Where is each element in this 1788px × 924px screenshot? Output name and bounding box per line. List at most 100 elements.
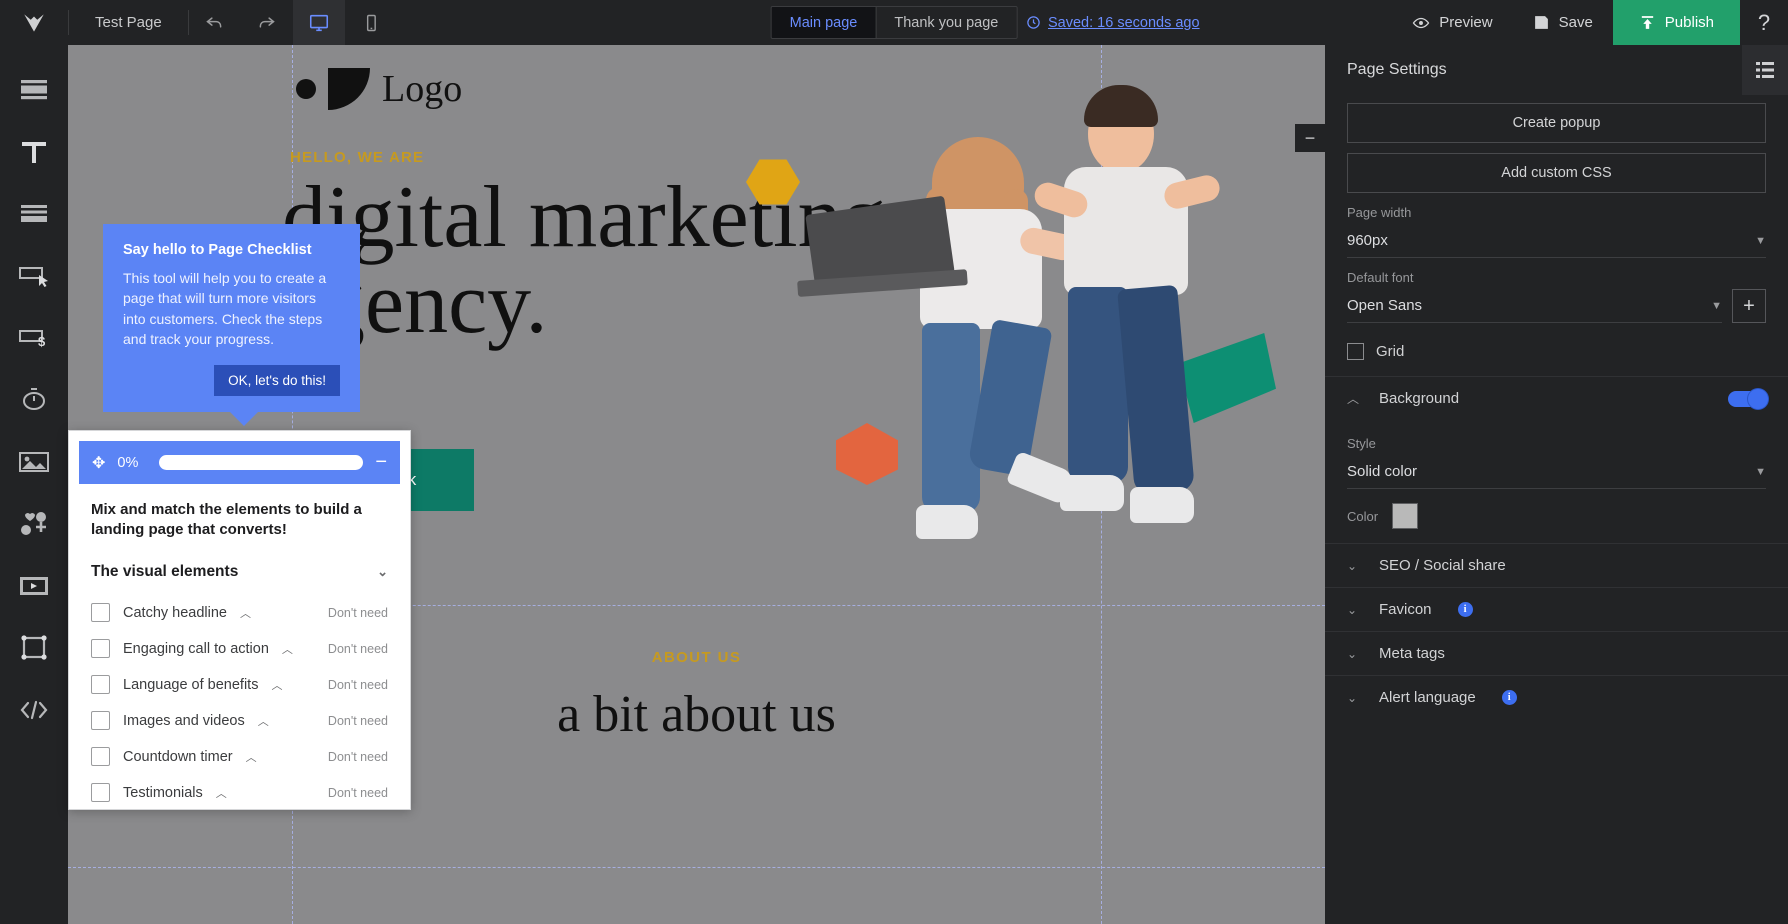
laptop-prop <box>797 195 968 297</box>
checklist-item-skip[interactable]: Don't need <box>328 606 388 620</box>
layers-list-icon[interactable] <box>1742 45 1788 95</box>
checklist-header: ✥ 0% − <box>79 441 400 484</box>
section-alert-language[interactable]: ⌄ Alert language i <box>1325 675 1788 719</box>
checklist-rows: Catchy headline ︿ Don't need Engaging call … <box>91 595 388 810</box>
floppy-disk-icon <box>1534 16 1548 29</box>
chevron-up-icon[interactable]: ︿ <box>216 785 227 801</box>
section-favicon[interactable]: ⌄ Favicon i <box>1325 587 1788 631</box>
button-icon <box>19 267 48 287</box>
chevron-up-icon[interactable]: ︿ <box>258 713 269 729</box>
timer-icon <box>23 388 45 410</box>
checkbox-icon <box>1347 343 1364 360</box>
sidebar-item-form[interactable] <box>0 183 68 245</box>
checkbox-icon[interactable] <box>91 747 110 766</box>
chevron-up-icon[interactable]: ︿ <box>282 641 293 657</box>
background-settings: Style Solid color ▼ Color <box>1325 420 1788 543</box>
chevron-up-icon[interactable]: ︿ <box>246 749 257 765</box>
info-icon[interactable]: i <box>1501 690 1517 705</box>
chevron-up-icon[interactable]: ︿ <box>240 605 251 621</box>
publish-button[interactable]: Publish <box>1612 0 1740 45</box>
sidebar-item-text[interactable] <box>0 121 68 183</box>
background-color-swatch[interactable] <box>1392 503 1419 529</box>
checklist-item-skip[interactable]: Don't need <box>328 678 388 692</box>
background-style-value: Solid color <box>1347 463 1418 480</box>
app-logo-icon[interactable] <box>0 0 68 45</box>
sidebar-item-payment-button[interactable]: $ <box>0 307 68 369</box>
sidebar-item-social-icons[interactable] <box>0 493 68 555</box>
sidebar-item-blocks[interactable] <box>0 59 68 121</box>
toolbar-actions: Preview Save Publish ? <box>1392 0 1788 45</box>
mobile-view-icon[interactable] <box>345 0 397 45</box>
checklist-item-skip[interactable]: Don't need <box>328 714 388 728</box>
checklist-item-skip[interactable]: Don't need <box>328 786 388 800</box>
section-background[interactable]: ︿ Background <box>1325 376 1788 420</box>
canvas-logo[interactable]: Logo <box>296 67 462 111</box>
checklist-item[interactable]: Catchy headline ︿ Don't need <box>91 595 388 631</box>
checklist-item[interactable]: Engaging call to action ︿ Don't need <box>91 631 388 667</box>
blocks-icon <box>21 80 47 100</box>
chevron-down-icon: ⌄ <box>1347 558 1358 573</box>
saved-status-text: Saved: 16 seconds ago <box>1048 14 1200 31</box>
checkbox-icon[interactable] <box>91 711 110 730</box>
chevron-up-icon[interactable]: ︿ <box>271 677 282 693</box>
app-root: Test Page Main page Thank you page Saved… <box>0 0 1788 924</box>
checkbox-icon[interactable] <box>91 603 110 622</box>
page-width-label: Page width <box>1347 205 1412 220</box>
preview-button[interactable]: Preview <box>1392 0 1512 45</box>
checklist-item[interactable]: Countdown timer ︿ Don't need <box>91 739 388 775</box>
tooltip-confirm-button[interactable]: OK, let's do this! <box>214 365 340 397</box>
default-font-select[interactable]: Open Sans ▼ <box>1347 289 1722 323</box>
project-title[interactable]: Test Page <box>69 0 188 45</box>
grid-checkbox-label: Grid <box>1376 343 1405 360</box>
undo-icon[interactable] <box>189 0 241 45</box>
checklist-item-skip[interactable]: Don't need <box>328 642 388 656</box>
checklist-item[interactable]: Images and videos ︿ Don't need <box>91 703 388 739</box>
tab-main-page[interactable]: Main page <box>771 7 876 38</box>
checklist-item[interactable]: Language of benefits ︿ Don't need <box>91 667 388 703</box>
tab-thank-you-page[interactable]: Thank you page <box>875 7 1017 38</box>
form-icon <box>21 205 47 222</box>
sidebar-item-button[interactable] <box>0 245 68 307</box>
onboarding-tooltip: Say hello to Page Checklist This tool wi… <box>103 224 360 427</box>
section-label: Alert language <box>1379 689 1476 706</box>
eye-icon <box>1412 17 1430 28</box>
checklist-item-skip[interactable]: Don't need <box>328 750 388 764</box>
desktop-view-icon[interactable] <box>292 0 345 45</box>
collapse-panel-button[interactable]: − <box>1295 124 1325 152</box>
help-button[interactable]: ? <box>1740 0 1788 45</box>
add-font-button[interactable]: + <box>1732 289 1766 323</box>
chevron-up-icon: ︿ <box>1347 392 1360 406</box>
section-meta-tags[interactable]: ⌄ Meta tags <box>1325 631 1788 675</box>
sidebar-item-timer[interactable] <box>0 369 68 431</box>
section-seo-social-share[interactable]: ⌄ SEO / Social share <box>1325 543 1788 587</box>
sidebar-item-image[interactable] <box>0 431 68 493</box>
canvas-kicker[interactable]: HELLO, WE ARE <box>290 149 424 166</box>
checkbox-icon[interactable] <box>91 783 110 802</box>
checklist-item[interactable]: Testimonials ︿ Don't need <box>91 775 388 810</box>
redo-icon[interactable] <box>241 0 293 45</box>
checklist-progress-label: 0% <box>117 454 139 471</box>
grid-checkbox[interactable]: Grid <box>1347 323 1766 376</box>
sidebar-item-shape[interactable] <box>0 617 68 679</box>
checklist-minimize-button[interactable]: − <box>375 451 387 474</box>
checklist-group-label: The visual elements <box>91 562 239 580</box>
checklist-group-visual-elements[interactable]: The visual elements ⌄ <box>91 563 388 595</box>
sidebar-item-html-code[interactable] <box>0 679 68 741</box>
save-button[interactable]: Save <box>1513 0 1613 45</box>
move-handle-icon[interactable]: ✥ <box>92 453 105 473</box>
checklist-body: Mix and match the elements to build a la… <box>69 494 410 810</box>
saved-status[interactable]: Saved: 16 seconds ago <box>1026 0 1200 45</box>
background-toggle[interactable] <box>1728 388 1768 409</box>
page-width-select[interactable]: 960px ▼ <box>1347 224 1766 258</box>
canvas-bottom-divider <box>68 867 1325 868</box>
add-custom-css-button[interactable]: Add custom CSS <box>1347 153 1766 193</box>
checkbox-icon[interactable] <box>91 675 110 694</box>
checklist-item-label: Countdown timer <box>123 748 233 765</box>
background-style-select[interactable]: Solid color ▼ <box>1347 455 1766 489</box>
create-popup-button[interactable]: Create popup <box>1347 103 1766 143</box>
info-icon[interactable]: i <box>1457 602 1473 617</box>
checkbox-icon[interactable] <box>91 639 110 658</box>
sidebar-item-video[interactable] <box>0 555 68 617</box>
hexagon-shape-yellow <box>746 159 800 205</box>
chevron-down-icon: ▼ <box>1711 299 1722 312</box>
